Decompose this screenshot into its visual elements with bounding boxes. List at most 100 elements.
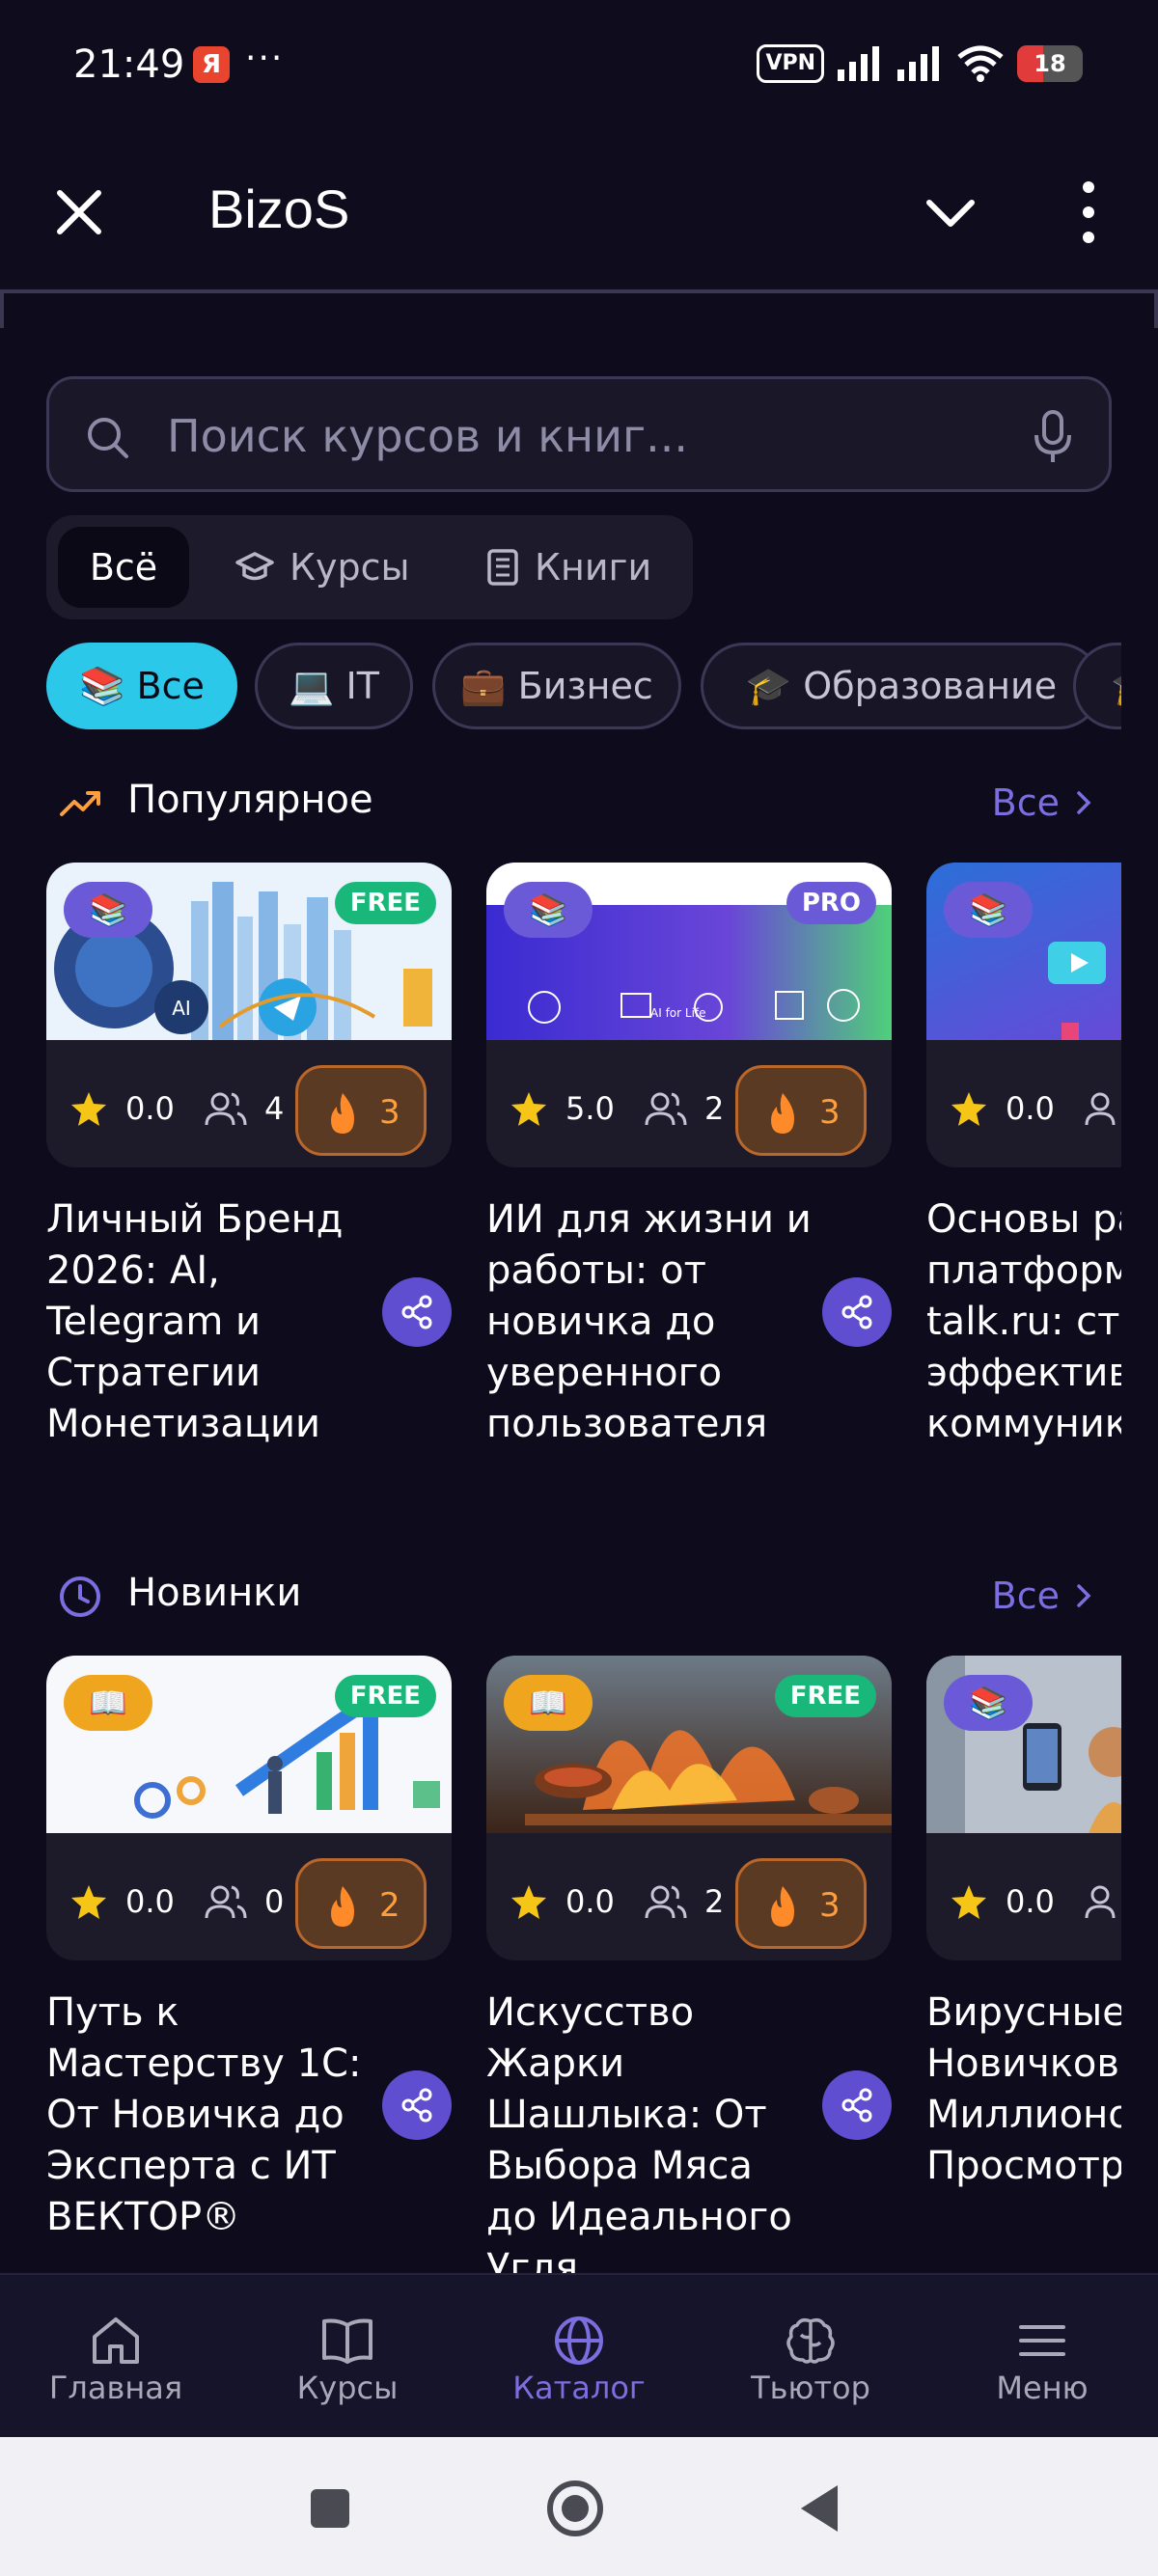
book-icon (487, 549, 518, 586)
back-icon[interactable] (793, 2480, 851, 2537)
fire-button[interactable]: 3 (735, 1065, 867, 1156)
tier-badge: FREE (774, 1675, 876, 1717)
fire-icon (771, 1093, 794, 1134)
battery-level: 18 (1034, 50, 1066, 77)
course-users: 4 (264, 1090, 285, 1127)
svg-text:AI: AI (172, 997, 191, 1020)
svg-text:AI for Life: AI for Life (650, 1006, 706, 1020)
chip-education[interactable]: 🎓 Образование (701, 643, 1102, 729)
status-bar: 21:49 Я ··· VPN 18 (0, 0, 1158, 135)
star-icon (511, 1092, 546, 1126)
header-divider (0, 289, 1158, 328)
nav-label: Тьютор (751, 2370, 870, 2406)
home-button-icon[interactable] (546, 2480, 604, 2537)
users-icon (1085, 1885, 1116, 1919)
share-icon (401, 2088, 432, 2123)
nav-label: Меню (996, 2370, 1089, 2406)
nav-tutor[interactable]: Тьютор (695, 2275, 926, 2439)
course-thumbnail: 📚 0.0 (926, 1656, 1121, 1960)
nav-label: Каталог (512, 2370, 646, 2406)
tier-badge: FREE (334, 882, 436, 924)
signal-icon (838, 46, 879, 81)
microphone-icon[interactable] (1032, 410, 1074, 464)
recent-apps-icon[interactable] (301, 2480, 359, 2537)
more-notifications-icon: ··· (245, 39, 285, 78)
see-all-link[interactable]: Все (992, 781, 1092, 824)
book-type-badge: 📖 (504, 1675, 593, 1731)
segment-label: Всё (89, 546, 158, 589)
nav-menu[interactable]: Меню (926, 2275, 1158, 2439)
fire-button[interactable]: 3 (735, 1858, 867, 1949)
share-button[interactable] (382, 2070, 452, 2140)
course-card[interactable]: AI 📚 FREE 0.0 4 3 Личный Бренд 2026: AI,… (46, 863, 452, 1490)
see-all-link[interactable]: Все (992, 1575, 1092, 1617)
nav-catalog[interactable]: Каталог (463, 2275, 695, 2439)
course-title: Искусство Жарки Шашлыка: От Выбора Мяса … (486, 1990, 792, 2273)
users-icon (645, 1092, 687, 1126)
course-type-badge: 📚 (944, 1675, 1033, 1731)
share-icon (841, 1295, 872, 1329)
fire-count: 3 (819, 1886, 841, 1925)
nav-label: Главная (48, 2370, 183, 2406)
book-open-icon (322, 2318, 372, 2364)
chevron-down-icon[interactable] (922, 185, 979, 243)
segment-label: Курсы (290, 546, 410, 589)
course-rating: 0.0 (1006, 1883, 1055, 1920)
segment-courses[interactable]: Курсы (235, 527, 467, 608)
share-button[interactable] (822, 1277, 892, 1347)
see-all-label: Все (991, 1575, 1060, 1617)
fire-count: 2 (379, 1886, 400, 1925)
course-card[interactable]: 📖 FREE 0.0 2 3 Искусство Жарки Шашлыка: … (486, 1656, 892, 2273)
users-icon (205, 1092, 247, 1126)
brain-icon (786, 2317, 835, 2364)
course-title: Вирусные для Новичков: Идеи до Миллионов… (926, 1990, 1121, 2188)
star-icon (951, 1092, 986, 1126)
share-icon (401, 1295, 432, 1329)
globe-icon (555, 2316, 603, 2365)
search-input[interactable]: Поиск курсов и книг... (46, 376, 1112, 492)
users-icon (645, 1885, 687, 1919)
course-card[interactable]: 📖 FREE 0.0 0 2 Путь к Мастерству 1С: От … (46, 1656, 452, 2273)
signal-icon (897, 46, 939, 81)
course-type-badge: 📚 (64, 882, 152, 938)
fire-button[interactable]: 3 (295, 1065, 427, 1156)
segment-all[interactable]: Всё (58, 527, 189, 608)
bottom-navigation: Главная Курсы Каталог Тьютор Меню (0, 2273, 1158, 2437)
chip-business[interactable]: 💼 Бизнес (432, 643, 681, 729)
course-card[interactable]: 📚 0.0 Вирусные для Новичков: Идеи до Мил… (926, 1656, 1121, 2273)
share-button[interactable] (822, 2070, 892, 2140)
more-vertical-icon[interactable] (1065, 178, 1112, 247)
content-type-segment: Всё Курсы Книги (46, 515, 693, 619)
category-chips: 📚 Все 💻 IT 💼 Бизнес 🎓 Образование 🎓 (46, 643, 1121, 731)
course-card[interactable]: AI for Life 📚 PRO 5.0 2 3 ИИ для жизни и… (486, 863, 892, 1490)
segment-books[interactable]: Книги (486, 527, 689, 608)
share-icon (841, 2088, 872, 2123)
graduation-cap-icon (235, 552, 274, 581)
section-popular-header: Популярное Все (46, 774, 1127, 832)
course-type-badge: 📚 (504, 882, 593, 938)
nav-home[interactable]: Главная (0, 2275, 232, 2439)
fire-count: 3 (819, 1093, 841, 1132)
star-icon (71, 1885, 106, 1919)
menu-icon (1019, 2325, 1065, 2356)
fire-count: 3 (379, 1093, 400, 1132)
share-button[interactable] (382, 1277, 452, 1347)
tier-badge: FREE (334, 1675, 436, 1717)
course-rating: 0.0 (125, 1883, 175, 1920)
fire-button[interactable]: 2 (295, 1858, 427, 1949)
close-icon[interactable] (50, 183, 108, 241)
course-card[interactable]: 📚 0.0 Основы работы на платформе pro-tal… (926, 863, 1121, 1490)
popular-row: AI 📚 FREE 0.0 4 3 Личный Бренд 2026: AI,… (46, 863, 1121, 1490)
nav-courses[interactable]: Курсы (232, 2275, 463, 2439)
course-title: Основы работы на платформе pro-talk.ru: … (926, 1197, 1121, 1446)
course-thumbnail: 📖 FREE 0.0 2 3 (486, 1656, 892, 1960)
battery-icon: 18 (1017, 45, 1083, 82)
chip-it[interactable]: 💻 IT (255, 643, 413, 729)
course-rating: 0.0 (565, 1883, 615, 1920)
course-title: Личный Бренд 2026: AI, Telegram и Страте… (46, 1197, 344, 1446)
chip-all[interactable]: 📚 Все (46, 643, 237, 729)
system-navigation-bar (0, 2437, 1158, 2576)
search-icon (88, 418, 128, 458)
course-thumbnail: AI 📚 FREE 0.0 4 3 (46, 863, 452, 1167)
section-title: Популярное (127, 778, 373, 822)
